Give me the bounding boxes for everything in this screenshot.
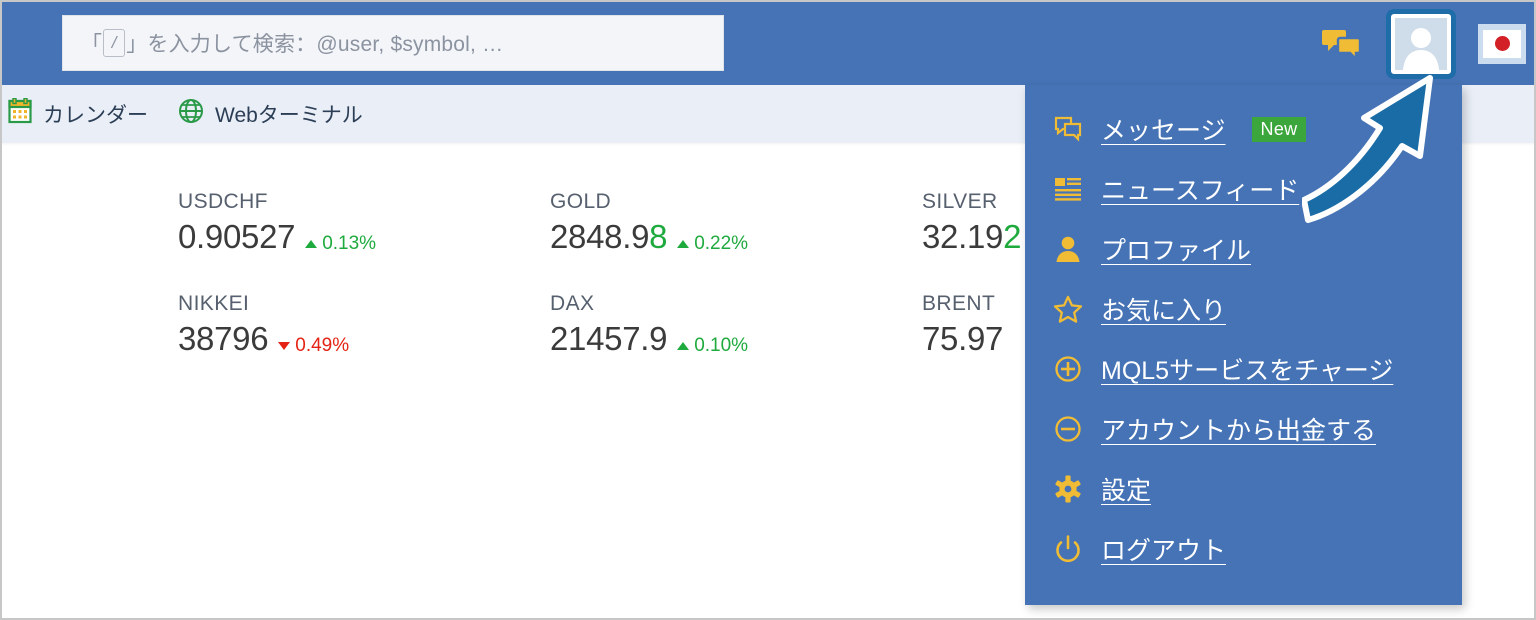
search-placeholder-suffix: 」を入力して検索：@user, $symbol, … (126, 33, 504, 56)
quote-price-head: 38796 (178, 320, 269, 357)
message-icon (1051, 116, 1085, 142)
quote-dax[interactable]: DAX 21457.9 0.10% (550, 292, 922, 358)
toolbar-item-web-terminal-label: Webターミナル (215, 104, 363, 127)
quote-symbol: USDCHF (178, 190, 268, 213)
toolbar-item-calendar-label: カレンダー (43, 104, 148, 127)
japan-flag-icon[interactable] (1478, 23, 1526, 64)
top-header-bar: 「/ 」を入力して検索：@user, $symbol, … (2, 2, 1534, 85)
quote-symbol: NIKKEI (178, 292, 250, 315)
quote-change: 0.49% (278, 335, 349, 357)
triangle-down-icon (278, 342, 291, 350)
quote-value-line: 0.90527 0.13% (178, 218, 550, 256)
quote-gold[interactable]: GOLD 2848.98 0.22% (550, 190, 922, 256)
menu-item-charge-mql5-services-label: MQL5サービスをチャージ (1101, 357, 1394, 385)
quote-price-head: 21457.9 (550, 320, 668, 357)
quote-change: 0.22% (677, 233, 748, 255)
toolbar-item-web-terminal[interactable]: Webターミナル (178, 98, 363, 130)
triangle-up-icon (677, 240, 690, 248)
menu-item-withdraw-funds[interactable]: アカウントから出金する (1025, 399, 1462, 459)
power-icon (1051, 535, 1085, 563)
quote-price-head: 75.97 (922, 320, 1004, 357)
quote-change: 0.10% (677, 335, 748, 357)
quote-price-tick: 8 (649, 218, 668, 255)
quote-price: 2848.98 (550, 218, 668, 256)
quote-value-line: 38796 0.49% (178, 320, 550, 358)
menu-item-charge-mql5-services[interactable]: MQL5サービスをチャージ (1025, 339, 1462, 399)
quote-change: 0.13% (305, 233, 376, 255)
quote-value-line: 21457.9 0.10% (550, 320, 922, 358)
quote-price: 21457.9 (550, 320, 667, 358)
menu-item-logout-label: ログアウト (1101, 537, 1227, 565)
quote-nikkei[interactable]: NIKKEI 38796 0.49% (178, 292, 550, 358)
quote-price: 75.97 (922, 320, 1003, 358)
account-dropdown-menu: メッセージ New ニュースフィード プロファイル お気に入り MQL5サービス… (1025, 85, 1462, 605)
quote-price: 32.192 (922, 218, 1021, 256)
search-placeholder: 「/ 」を入力して検索：@user, $symbol, … (81, 28, 503, 58)
menu-item-withdraw-funds-label: アカウントから出金する (1101, 417, 1377, 445)
toolbar-item-calendar[interactable]: カレンダー (8, 97, 148, 130)
plus-circle-icon (1051, 355, 1085, 383)
avatar-button[interactable] (1386, 8, 1456, 79)
menu-item-news-feed[interactable]: ニュースフィード (1025, 159, 1462, 219)
triangle-up-icon (677, 342, 690, 350)
profile-icon (1051, 235, 1085, 263)
menu-item-logout[interactable]: ログアウト (1025, 519, 1462, 579)
menu-item-settings-label: 設定 (1101, 477, 1152, 505)
menu-item-settings[interactable]: 設定 (1025, 459, 1462, 519)
flag-field (1483, 29, 1521, 58)
quote-change-label: 0.10% (694, 335, 749, 356)
quote-symbol: DAX (550, 292, 595, 315)
calendar-icon (8, 97, 32, 130)
menu-item-favorites[interactable]: お気に入り (1025, 279, 1462, 339)
quote-change-label: 0.22% (694, 233, 749, 254)
news-feed-icon (1051, 177, 1085, 201)
chat-icon[interactable] (1314, 16, 1370, 72)
minus-circle-icon (1051, 415, 1085, 443)
quote-price-head: 32.19 (922, 218, 1004, 255)
app-window: 「/ 」を入力して検索：@user, $symbol, … カレンダー Webタ… (0, 0, 1536, 620)
quote-price-tick: 2 (1003, 218, 1022, 255)
quote-symbol: GOLD (550, 190, 612, 213)
menu-item-profile[interactable]: プロファイル (1025, 219, 1462, 279)
menu-item-messages[interactable]: メッセージ New (1025, 99, 1462, 159)
search-input[interactable]: 「/ 」を入力して検索：@user, $symbol, … (62, 15, 724, 71)
menu-item-messages-label: メッセージ (1101, 117, 1226, 145)
quote-price: 38796 (178, 320, 269, 358)
avatar (1395, 17, 1447, 70)
quote-price: 0.90527 (178, 218, 295, 256)
quote-price-head: 0.90527 (178, 218, 296, 255)
menu-item-news-feed-label: ニュースフィード (1101, 177, 1300, 205)
globe-icon (178, 98, 204, 130)
triangle-up-icon (305, 240, 318, 248)
menu-item-favorites-label: お気に入り (1101, 297, 1227, 325)
menu-item-profile-label: プロファイル (1101, 237, 1252, 265)
slash-key-hint: / (103, 29, 126, 57)
new-badge: New (1251, 116, 1307, 142)
quote-value-line: 2848.98 0.22% (550, 218, 922, 256)
quote-usdchf[interactable]: USDCHF 0.90527 0.13% (178, 190, 550, 256)
gear-icon (1051, 475, 1085, 503)
flag-sun-disc (1494, 36, 1510, 51)
quote-change-label: 0.13% (322, 233, 377, 254)
header-right-actions (1314, 2, 1534, 85)
quote-price-head: 2848.9 (550, 218, 650, 255)
search-placeholder-prefix: 「 (81, 33, 103, 56)
quote-change-label: 0.49% (295, 335, 350, 356)
star-icon (1051, 295, 1085, 324)
